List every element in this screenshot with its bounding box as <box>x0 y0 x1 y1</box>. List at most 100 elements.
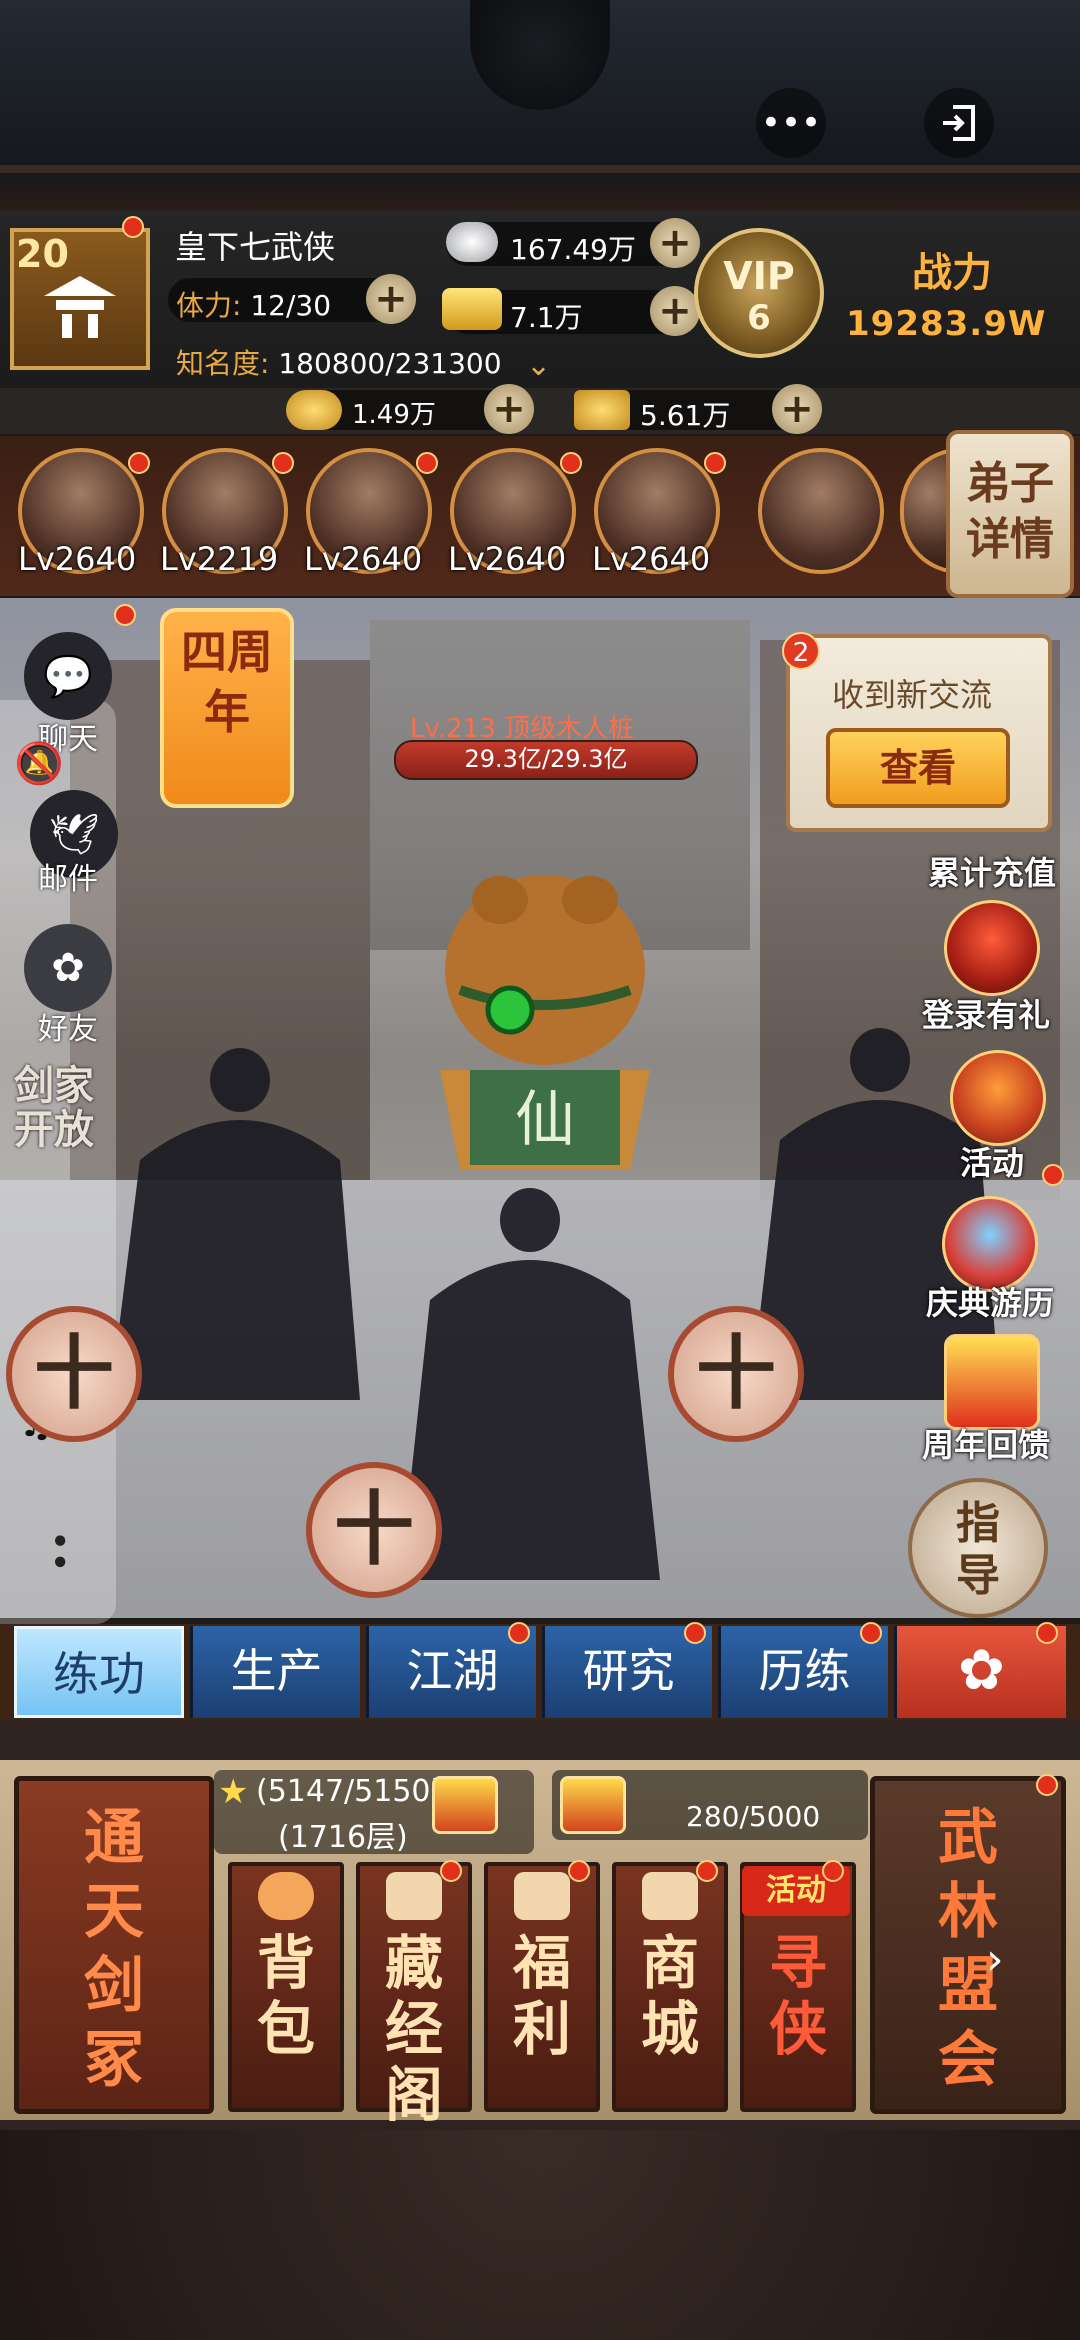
view-message-button[interactable]: 查看 <box>826 728 1010 808</box>
star-icon: ★ <box>218 1772 249 1812</box>
shop-icon <box>642 1872 698 1920</box>
notification-dot <box>416 452 438 474</box>
shop-gift-icon[interactable] <box>560 1776 626 1834</box>
tower-title: 通天剑冢 <box>84 1803 144 2095</box>
add-gold-button[interactable]: + <box>650 286 700 336</box>
tower-gift-icon[interactable] <box>432 1776 498 1834</box>
wooden-dummy-toad[interactable]: 仙 <box>430 850 660 1180</box>
disciple-detail-button[interactable]: 弟子详情 <box>946 430 1074 598</box>
chevron-right-icon[interactable]: › <box>986 1934 1004 1985</box>
silver-icon <box>446 222 498 262</box>
mute-notification-icon[interactable]: 🔕 <box>14 740 64 787</box>
disciple-level: Lv2219 <box>160 540 279 578</box>
notification-dot <box>696 1860 718 1882</box>
chat-bubble-icon: 💬 <box>43 653 93 700</box>
vip-level: 6 <box>747 298 771 338</box>
recruit-label: 寻侠 <box>768 1929 827 2063</box>
stamina-value: 12/30 <box>250 289 332 322</box>
notification-dot <box>508 1622 530 1644</box>
guide-label: 指导 <box>956 1498 1000 1601</box>
disciple-portrait[interactable] <box>758 448 884 574</box>
disciple-detail-label: 弟子详情 <box>966 458 1054 565</box>
flower-menu-icon: ✿ <box>958 1638 1005 1703</box>
player-name: 皇下七武侠 <box>175 228 336 266</box>
welfare-label: 福利 <box>512 1929 571 2063</box>
vip-label: VIP <box>723 254 795 298</box>
bag-icon <box>258 1872 314 1920</box>
celebration-tour-label[interactable]: 庆典游历 <box>926 1278 1054 1324</box>
message-count-badge: 2 <box>782 632 820 670</box>
disciple-slot-add-button[interactable]: 十 <box>6 1306 142 1442</box>
guide-button[interactable]: 指导 <box>908 1478 1048 1618</box>
gift-box-icon[interactable] <box>944 1334 1040 1430</box>
alliance-card[interactable]: 武林盟会 <box>870 1776 1066 2114</box>
power-value: 19283.9W <box>846 304 1047 344</box>
shop-progress: 280/5000 <box>686 1800 821 1833</box>
boss-badge: 仙 <box>515 1085 575 1155</box>
silver-value: 167.49万 <box>510 233 636 266</box>
login-gift-label[interactable]: 登录有礼 <box>922 990 1050 1036</box>
chat-button[interactable]: 💬 <box>24 632 112 720</box>
notification-dot <box>440 1860 462 1882</box>
ingot-value: 1.49万 <box>352 400 436 430</box>
lantern-icon[interactable] <box>950 1050 1046 1146</box>
anniversary-banner[interactable]: 四周年 <box>160 608 294 808</box>
friends-button[interactable]: ✿ <box>24 924 112 1012</box>
anniversary-label: 四周年 <box>181 625 273 739</box>
notification-dot <box>1036 1622 1058 1644</box>
exit-button[interactable] <box>924 88 994 158</box>
fame-label: 知名度: <box>176 347 270 380</box>
dove-icon: 🕊 <box>48 811 100 858</box>
tab-training[interactable]: 练功 <box>14 1626 184 1718</box>
notification-dot <box>128 452 150 474</box>
friends-label: 好友 <box>38 1012 98 1047</box>
more-vertical-icon[interactable]: •• <box>38 1530 79 1572</box>
disciple-level: Lv2640 <box>304 540 423 578</box>
notification-dot <box>1042 1164 1064 1186</box>
more-dots-icon: ••• <box>760 103 822 143</box>
disciple-level: Lv2640 <box>18 540 137 578</box>
more-options-button[interactable]: ••• <box>756 88 826 158</box>
notification-dot <box>568 1860 590 1882</box>
disciple-slot-add-button[interactable]: 十 <box>668 1306 804 1442</box>
notification-dot <box>272 452 294 474</box>
power-label: 战力 <box>912 250 992 296</box>
notification-dot <box>704 452 726 474</box>
add-token-button[interactable]: + <box>772 384 822 434</box>
boss-hp-bar: 29.3亿/29.3亿 <box>394 740 698 780</box>
flower-icon: ✿ <box>51 945 85 991</box>
tab-production[interactable]: 生产 <box>190 1626 360 1718</box>
add-stamina-button[interactable]: + <box>366 274 416 324</box>
notification-dot <box>684 1622 706 1644</box>
expand-chevron-icon[interactable]: ⌄ <box>526 348 551 383</box>
notification-dot <box>860 1622 882 1644</box>
tower-progress: (5147/5150) <box>256 1774 443 1809</box>
sword-family-button[interactable]: 剑家开放 <box>14 1064 114 1152</box>
add-silver-button[interactable]: + <box>650 218 700 268</box>
notification-dot <box>560 452 582 474</box>
notification-dot <box>114 604 136 626</box>
anniversary-reward-label[interactable]: 周年回馈 <box>922 1420 1050 1466</box>
gold-value: 7.1万 <box>510 301 583 334</box>
scripture-pavilion-label: 藏经阁 <box>384 1929 443 2129</box>
disciple-slot-add-button[interactable]: 十 <box>306 1462 442 1598</box>
player-level: 20 <box>16 232 69 276</box>
backpack-label: 背包 <box>256 1929 315 2063</box>
vip-badge[interactable]: VIP 6 <box>694 228 824 358</box>
tower-floor: (1716层) <box>278 1820 408 1855</box>
add-ingot-button[interactable]: + <box>484 384 534 434</box>
fame-value: 180800/231300 <box>278 347 502 380</box>
coin-icon <box>514 1872 570 1920</box>
recharge-total-label[interactable]: 累计充值 <box>928 848 1056 894</box>
tower-card[interactable]: 通天剑冢 <box>14 1776 214 2114</box>
exit-icon <box>943 105 975 141</box>
pagoda-icon <box>44 276 116 338</box>
disciple-level: Lv2640 <box>592 540 711 578</box>
ingot-icon <box>286 390 342 430</box>
token-icon <box>574 390 630 430</box>
shop-label: 商城 <box>640 1929 699 2063</box>
login-gift-icon[interactable] <box>944 900 1040 996</box>
notification-dot <box>122 216 144 238</box>
activity-label[interactable]: 活动 <box>960 1138 1024 1184</box>
notification-dot <box>822 1860 844 1882</box>
